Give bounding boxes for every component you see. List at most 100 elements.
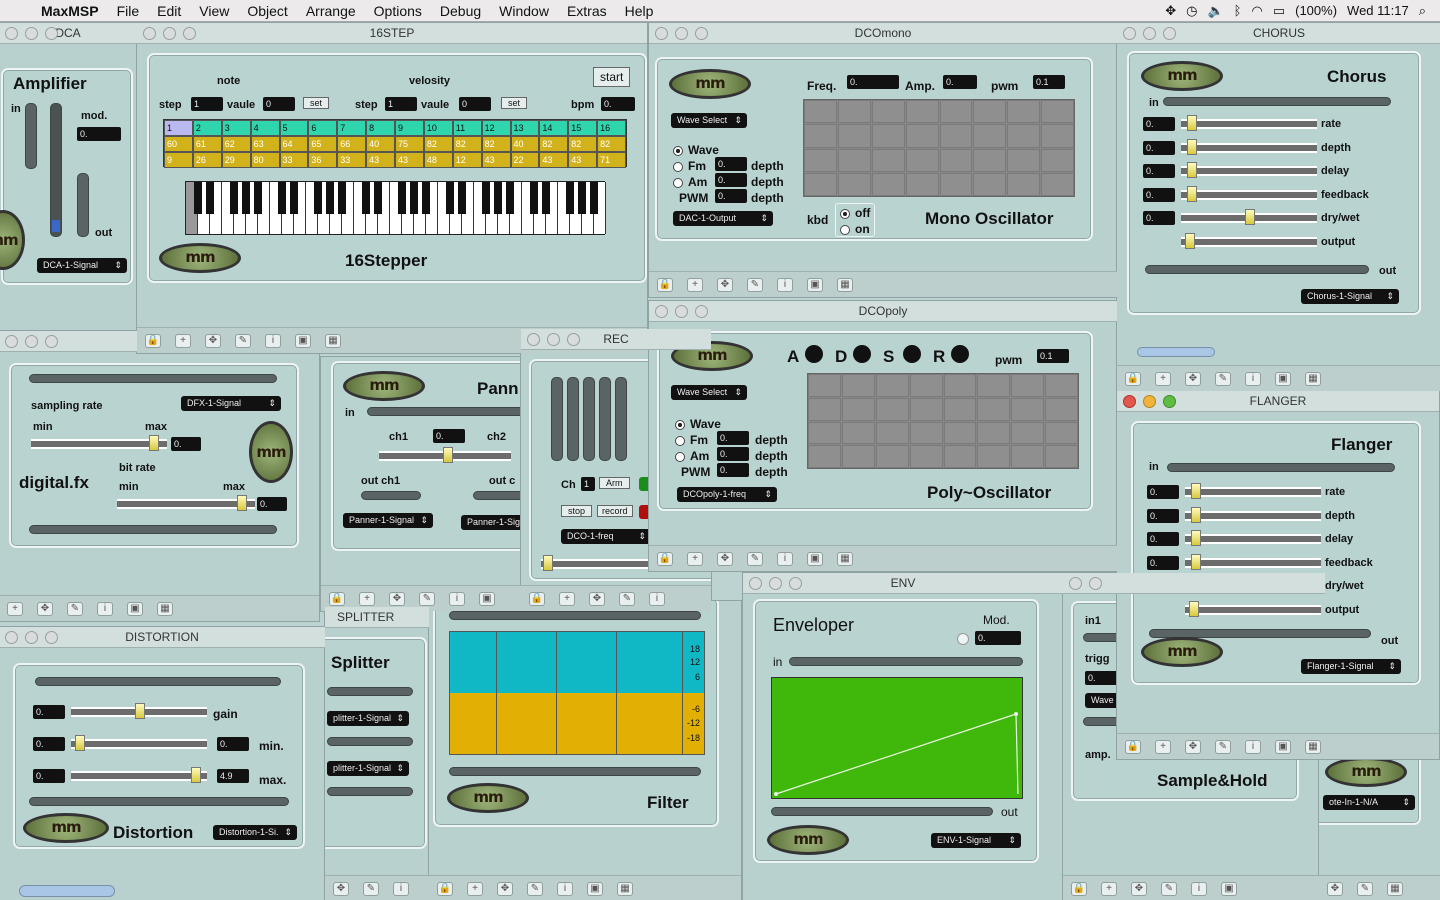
toolbar-edit-icon[interactable]: ✎ (1215, 739, 1231, 754)
depth-slider[interactable] (1185, 506, 1321, 523)
note-cell[interactable]: 64 (279, 136, 309, 152)
toolbar-add-icon[interactable]: + (175, 333, 191, 348)
dropbox-icon[interactable]: ✥ (1165, 3, 1176, 19)
step-cell[interactable]: 2 (192, 120, 222, 136)
sr-max-number[interactable]: 0. (171, 437, 201, 451)
poly-fm-radio[interactable]: Fm (675, 433, 708, 447)
bpm-number[interactable]: 0. (601, 97, 635, 111)
black-key[interactable] (373, 182, 383, 214)
toolbar-move-icon[interactable]: ✥ (389, 591, 405, 606)
toolbar-move-icon[interactable]: ✥ (589, 591, 605, 606)
black-key[interactable] (205, 182, 215, 214)
splitter-menu-1[interactable]: plitter-1-Signal (327, 711, 409, 726)
note-step-number[interactable]: 1 (191, 97, 223, 111)
close-button[interactable] (527, 333, 540, 346)
rate-slider[interactable] (1185, 483, 1321, 499)
black-key[interactable] (397, 182, 407, 214)
br-max-number[interactable]: 0. (257, 497, 287, 511)
ch-number[interactable]: 1 (581, 477, 595, 491)
step-cell[interactable]: 3 (221, 120, 251, 136)
toolbar-present-icon[interactable]: ▣ (807, 277, 823, 292)
poly-wave-radio[interactable]: Wave (675, 417, 721, 431)
toolbar-info-icon[interactable]: i (649, 591, 665, 606)
toolbar-move-icon[interactable]: ✥ (717, 551, 733, 566)
minimize-button[interactable] (1143, 395, 1156, 408)
toolbar-lock-icon[interactable]: 🔒 (1125, 371, 1141, 386)
poly-pwm-depth-number[interactable]: 0. (717, 463, 749, 477)
rate-number[interactable]: 0. (1147, 485, 1179, 499)
toolbar-info-icon[interactable]: i (557, 881, 573, 896)
depth-slider[interactable] (1181, 138, 1317, 155)
step-cell[interactable]: 15 (568, 120, 598, 136)
velocity-cell[interactable]: 26 (192, 152, 222, 168)
sampling-rate-slider[interactable] (31, 435, 167, 451)
panner-menu-2[interactable]: Panner-1-Sig (461, 515, 525, 530)
black-key[interactable] (505, 182, 515, 214)
toolbar-grid-icon[interactable]: ▦ (837, 277, 853, 292)
pan-number[interactable]: 0. (433, 429, 465, 443)
toolbar-present-icon[interactable]: ▣ (807, 551, 823, 566)
black-key[interactable] (421, 182, 431, 214)
feedback-slider[interactable] (1185, 553, 1321, 570)
toolbar-edit-icon[interactable]: ✎ (527, 881, 543, 896)
velocity-cell[interactable]: 33 (279, 152, 309, 168)
black-key[interactable] (241, 182, 251, 214)
toolbar-add-icon[interactable]: + (1155, 371, 1171, 386)
toolbar-grid-icon[interactable]: ▦ (1305, 739, 1321, 754)
note-cell[interactable]: 82 (481, 136, 511, 152)
kbd-off-radio[interactable]: off (840, 206, 870, 220)
black-key[interactable] (193, 182, 203, 214)
toolbar-move-icon[interactable]: ✥ (717, 277, 733, 292)
note-cell[interactable]: 82 (423, 136, 453, 152)
toolbar-present-icon[interactable]: ▣ (479, 591, 495, 606)
poly-pwm-number[interactable]: 0.1 (1037, 349, 1069, 363)
step-cell[interactable]: 10 (423, 120, 453, 136)
zoom-button[interactable] (45, 27, 58, 40)
gain-number[interactable]: 0. (33, 705, 65, 719)
note-cell[interactable]: 40 (366, 136, 395, 152)
black-key[interactable] (313, 182, 323, 214)
toolbar-add-icon[interactable]: + (687, 551, 703, 566)
black-key[interactable] (481, 182, 491, 214)
toolbar-add-icon[interactable]: + (1155, 739, 1171, 754)
minimize-button[interactable] (25, 631, 38, 644)
poly-am-depth-number[interactable]: 0. (717, 447, 749, 461)
velocity-cell[interactable]: 36 (308, 152, 338, 168)
toolbar-edit-icon[interactable]: ✎ (1161, 881, 1177, 896)
toolbar-lock-icon[interactable]: 🔒 (529, 591, 545, 606)
toolbar-edit-icon[interactable]: ✎ (419, 591, 435, 606)
max-output-number[interactable]: 4.9 (217, 769, 249, 783)
fm-depth-number[interactable]: 0. (715, 157, 747, 171)
max-number[interactable]: 0. (33, 769, 65, 783)
zoom-button[interactable] (183, 27, 196, 40)
toolbar-edit-icon[interactable]: ✎ (1357, 881, 1373, 896)
poly-am-radio[interactable]: Am (675, 449, 709, 463)
close-button[interactable] (5, 27, 18, 40)
step-cell[interactable]: 7 (337, 120, 367, 136)
note-cell[interactable]: 66 (337, 136, 367, 152)
toolbar-add-icon[interactable]: + (687, 277, 703, 292)
chorus-signal-menu[interactable]: Chorus-1-Signal (1301, 289, 1399, 304)
toolbar-edit-icon[interactable]: ✎ (619, 591, 635, 606)
pwm-number[interactable]: 0.1 (1033, 75, 1065, 89)
gain-slider[interactable] (71, 703, 207, 719)
depth-number[interactable]: 0. (1147, 508, 1179, 523)
rec-freq-menu[interactable]: DCO-1-freq (561, 529, 651, 544)
min-number[interactable]: 0. (33, 737, 65, 751)
toolbar-present-icon[interactable]: ▣ (1275, 371, 1291, 386)
zoom-button[interactable] (1163, 27, 1176, 40)
toolbar-grid-icon[interactable]: ▦ (1387, 881, 1403, 896)
toolbar-edit-icon[interactable]: ✎ (1215, 371, 1231, 386)
menu-arrange[interactable]: Arrange (297, 3, 365, 19)
close-button[interactable] (143, 27, 156, 40)
dac-output-menu[interactable]: DAC-1-Output (673, 211, 773, 226)
note-cell[interactable]: 61 (192, 136, 222, 152)
toolbar-move-icon[interactable]: ✥ (205, 333, 221, 348)
velocity-cell[interactable]: 43 (481, 152, 511, 168)
delay-slider[interactable] (1185, 530, 1321, 546)
velocity-cell[interactable]: 43 (568, 152, 598, 168)
clock[interactable]: Wed 11:17 (1347, 3, 1409, 18)
black-key[interactable] (457, 182, 467, 214)
note-cell[interactable]: 60 (164, 136, 193, 152)
velocity-cell[interactable]: 43 (366, 152, 395, 168)
